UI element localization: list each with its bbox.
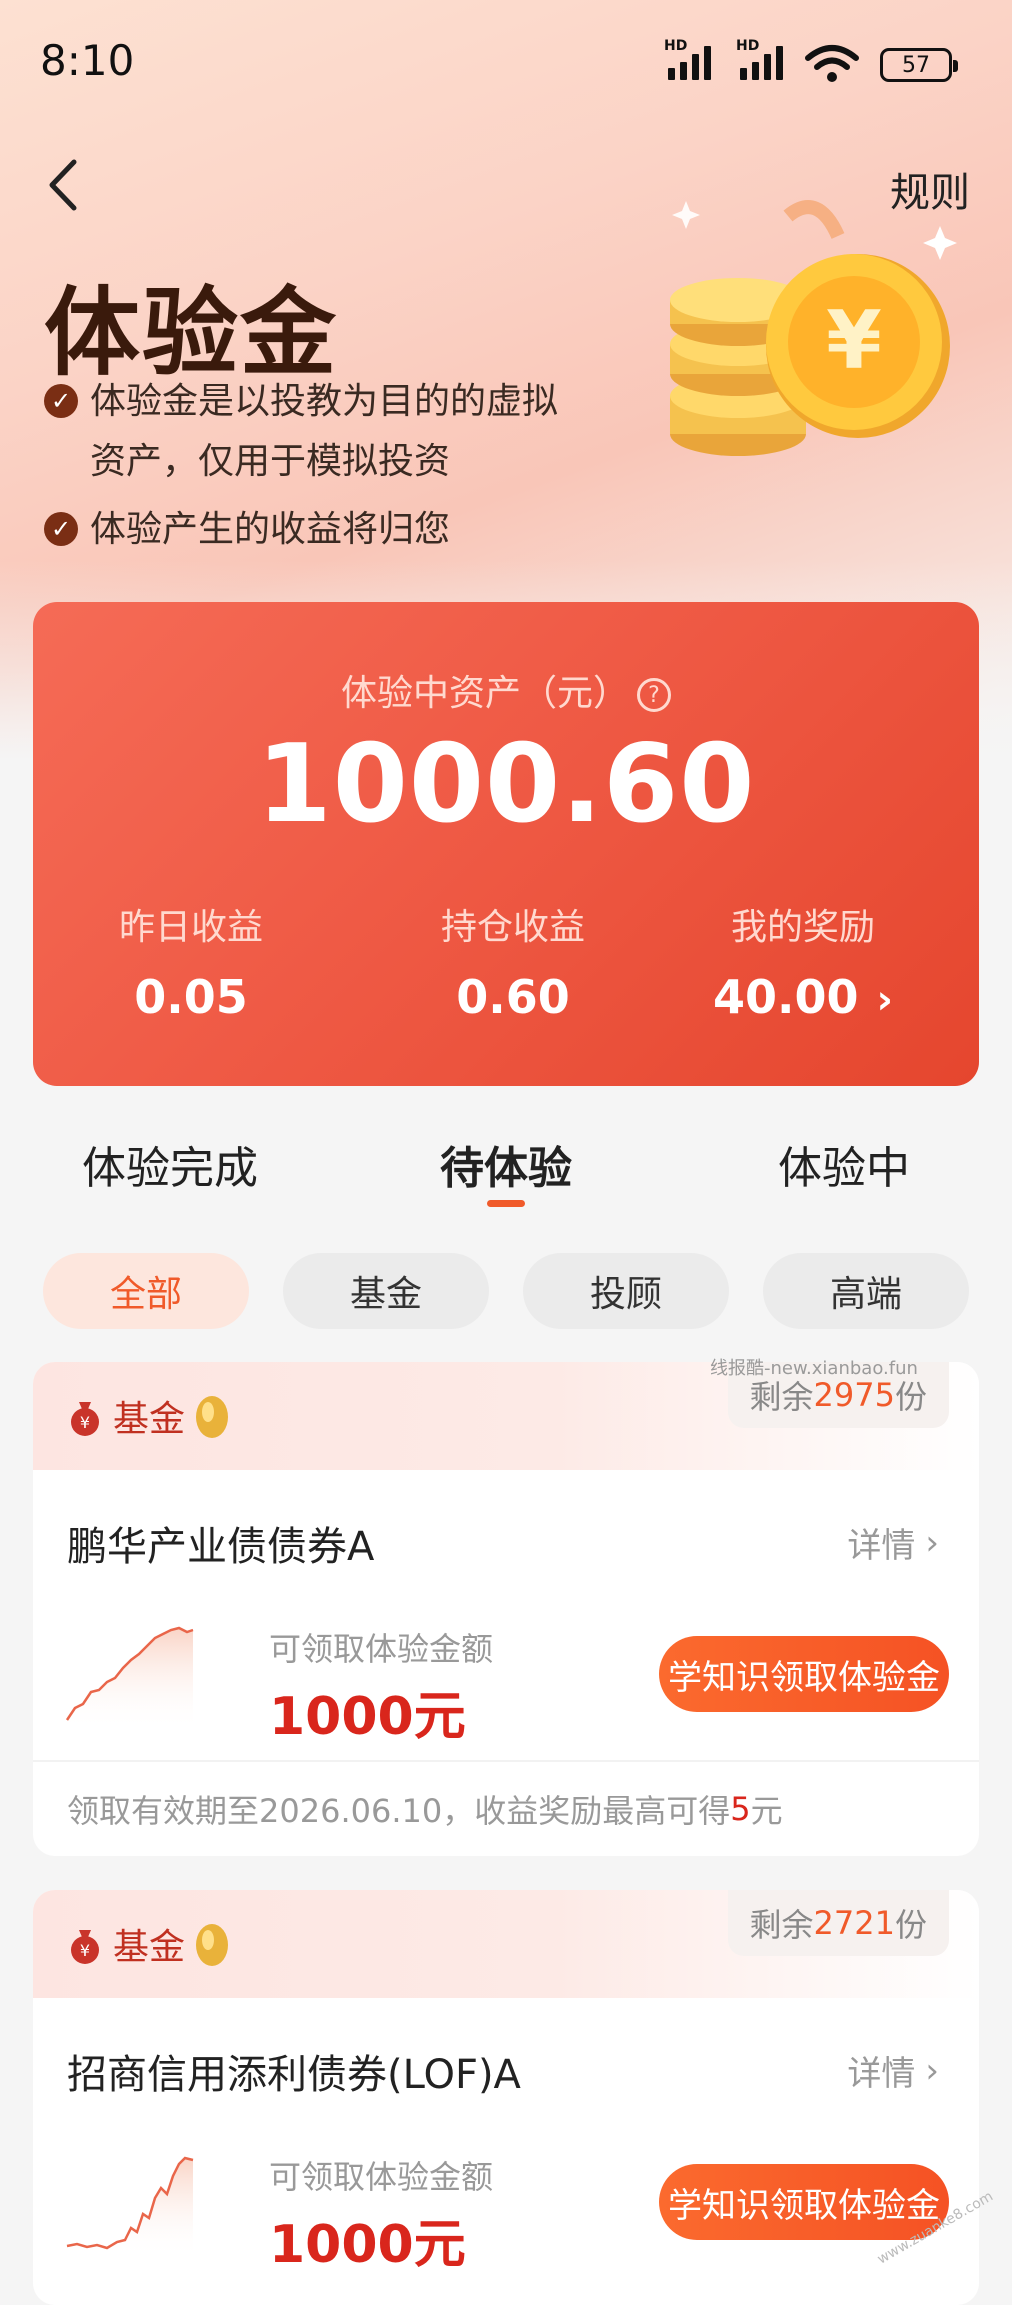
- check-icon: ✓: [44, 512, 78, 546]
- claim-experience-gold-button[interactable]: 学知识领取体验金: [659, 1636, 949, 1712]
- asset-value: 1000.60: [256, 722, 756, 847]
- chevron-right-icon: ›: [876, 977, 893, 1023]
- help-icon[interactable]: ?: [637, 678, 671, 712]
- stat-label: 我的奖励: [730, 907, 875, 948]
- filter-all[interactable]: 全部: [43, 1253, 249, 1329]
- hd-label-2: HD: [736, 38, 760, 54]
- battery-icon: 57: [880, 48, 958, 82]
- chevron-right-icon: ›: [925, 1522, 939, 1563]
- claim-experience-gold-button[interactable]: 学知识领取体验金: [659, 2164, 949, 2240]
- remain-suffix: 份: [894, 1906, 927, 1944]
- svg-text:¥: ¥: [80, 1413, 90, 1432]
- filter-high-end[interactable]: 高端: [763, 1253, 969, 1329]
- stat-label: 持仓收益: [440, 907, 585, 948]
- asset-label-text: 体验中资产（元）: [340, 673, 629, 714]
- performance-sparkline: [65, 1626, 194, 1730]
- status-bar: 8:10 HD HD 57: [0, 0, 1012, 120]
- claim-amount-value: 1000元: [269, 1687, 466, 1747]
- back-arrow-icon[interactable]: [40, 150, 84, 220]
- claim-amount-value: 1000元: [269, 2215, 466, 2275]
- asset-label: 体验中资产（元）?: [33, 664, 979, 716]
- hero-bullet-1: ✓ 体验金是以投教为目的的虚拟 资产，仅用于模拟投资: [44, 372, 558, 492]
- hero-bullet-2: ✓ 体验产生的收益将归您: [44, 500, 450, 560]
- detail-link[interactable]: 详情 ›: [847, 1518, 939, 1567]
- hd-label: HD: [664, 38, 688, 54]
- detail-label: 详情: [847, 1526, 916, 1566]
- fund-type-tag: 基金: [113, 1399, 186, 1440]
- remain-count: 2975: [813, 1376, 895, 1414]
- claim-amount-label: 可领取体验金额: [269, 1630, 494, 1668]
- battery-level: 57: [902, 52, 930, 78]
- detail-label: 详情: [847, 2054, 916, 2094]
- tab-in-progress[interactable]: 体验中: [778, 1132, 910, 1196]
- footer-text-suffix: 元: [750, 1792, 783, 1830]
- svg-text:¥: ¥: [826, 294, 882, 387]
- fund-card[interactable]: ¥ 基金 剩余 2975 份 鹏华产业债债券A 详情 › 可领取体验金额 1000元 …: [33, 1362, 979, 1856]
- money-bag-icon: ¥: [71, 1402, 99, 1436]
- check-icon: ✓: [44, 384, 78, 418]
- money-bag-icon: ¥: [71, 1930, 99, 1964]
- remain-count: 2721: [813, 1904, 895, 1942]
- stat-yesterday-income: 昨日收益 0.05: [91, 898, 291, 1024]
- footer-reward-amount: 5: [730, 1790, 751, 1828]
- fund-card-footer: 领取有效期至2026.06.10，收益奖励最高可得 5 元: [33, 1760, 979, 1856]
- filter-advisory[interactable]: 投顾: [523, 1253, 729, 1329]
- stat-holding-income: 持仓收益 0.60: [413, 898, 613, 1024]
- status-time: 8:10: [40, 36, 135, 85]
- stat-value-row: 40.00 ›: [703, 970, 903, 1024]
- svg-text:¥: ¥: [80, 1941, 90, 1960]
- stat-value: 0.60: [456, 970, 570, 1024]
- tab-active-indicator: [487, 1200, 525, 1207]
- golden-egg-icon: [196, 1396, 228, 1438]
- wifi-icon: [805, 45, 859, 82]
- fund-type-tag: 基金: [113, 1927, 186, 1968]
- claim-amount-label: 可领取体验金额: [269, 2158, 494, 2196]
- stat-label: 昨日收益: [118, 907, 263, 948]
- stat-value: 40.00: [713, 970, 859, 1024]
- watermark-text: 线报酷-new.xianbao.fun: [710, 1358, 918, 1379]
- fund-name: 招商信用添利债券(LOF)A: [67, 2052, 521, 2098]
- remaining-count-badge: 剩余 2721 份: [727, 1890, 949, 1956]
- bullet-text-3: 体验产生的收益将归您: [90, 509, 451, 550]
- bullet-text-2: 资产，仅用于模拟投资: [90, 441, 451, 482]
- fund-name: 鹏华产业债债券A: [67, 1524, 375, 1570]
- tab-pending[interactable]: 待体验: [440, 1132, 572, 1196]
- signal-icon: HD: [664, 38, 711, 80]
- bullet-text-1: 体验金是以投教为目的的虚拟: [90, 381, 559, 422]
- remain-prefix: 剩余: [749, 1906, 814, 1944]
- chevron-right-icon: ›: [925, 2050, 939, 2091]
- stat-my-rewards[interactable]: 我的奖励 40.00 ›: [703, 898, 903, 1024]
- gold-coins-illustration: ¥: [670, 200, 957, 456]
- golden-egg-icon: [196, 1924, 228, 1966]
- signal-icon-2: HD: [736, 38, 783, 80]
- stat-value: 0.05: [134, 970, 248, 1024]
- fund-card[interactable]: ¥ 基金 剩余 2721 份 招商信用添利债券(LOF)A 详情 › 可领取体验金额 …: [33, 1890, 979, 2305]
- detail-link[interactable]: 详情 ›: [847, 2046, 939, 2095]
- asset-summary-card: 体验中资产（元）? 1000.60 昨日收益 0.05 持仓收益 0.60 我的…: [33, 602, 979, 1086]
- tab-completed[interactable]: 体验完成: [82, 1132, 258, 1196]
- performance-sparkline: [66, 2156, 194, 2258]
- filter-fund[interactable]: 基金: [283, 1253, 489, 1329]
- footer-text: 领取有效期至2026.06.10，收益奖励最高可得: [67, 1792, 731, 1830]
